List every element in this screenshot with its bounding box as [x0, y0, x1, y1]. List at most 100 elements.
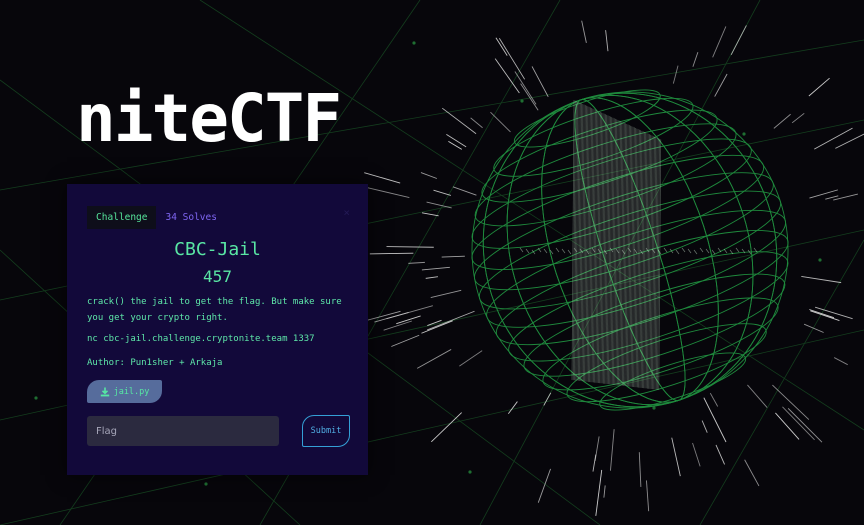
beam-line [567, 249, 572, 255]
globe-ray [833, 357, 848, 366]
globe-ray [470, 117, 483, 129]
globe-ray [730, 25, 747, 55]
globe-ray [592, 454, 597, 472]
globe-ray [425, 276, 438, 279]
globe-ray [581, 20, 587, 43]
globe-ray [531, 66, 549, 98]
beam-line [519, 247, 524, 253]
site-title: niteCTF [76, 80, 342, 157]
globe-ray [490, 111, 511, 133]
globe-ray [709, 392, 719, 407]
globe-ray [772, 384, 810, 420]
globe-ray [712, 26, 727, 58]
globe-ray [426, 201, 452, 209]
globe-ray [714, 73, 728, 97]
globe-ray [810, 310, 840, 321]
globe-ray [386, 305, 433, 320]
globe-ray [787, 408, 823, 443]
globe-ray [426, 310, 475, 331]
grid-dot [412, 41, 416, 45]
globe-ray [408, 261, 425, 264]
globe-ray [431, 412, 462, 443]
submit-button[interactable]: Submit [302, 415, 350, 447]
challenge-name: CBC-Jail [174, 239, 261, 260]
globe-ray [364, 172, 401, 184]
flag-input[interactable] [87, 416, 279, 446]
globe-ray [537, 468, 551, 503]
globe-ray [791, 112, 805, 124]
globe-ray [744, 459, 760, 487]
globe-ray [803, 323, 824, 333]
globe-ray [430, 289, 462, 298]
grid-dot [468, 470, 472, 474]
globe-ray [701, 420, 708, 433]
globe-ray [715, 444, 725, 465]
beam-line [525, 248, 530, 254]
beam-line [723, 248, 728, 254]
grid-dot [34, 396, 38, 400]
grid-dot [652, 406, 656, 410]
grid-dot [818, 258, 822, 262]
globe-ray [610, 429, 615, 471]
beam-line [561, 248, 566, 254]
grid-dot [742, 132, 746, 136]
globe-ray [507, 401, 518, 415]
grid-dot [204, 482, 208, 486]
globe-ray [692, 52, 699, 67]
globe-ray [773, 113, 791, 129]
beam-line [711, 249, 716, 255]
globe-ray [364, 186, 410, 199]
globe-ray [747, 384, 768, 408]
globe-ray [416, 349, 452, 369]
close-icon[interactable]: × [343, 206, 350, 219]
globe-ray [459, 350, 483, 367]
globe-ray [833, 193, 858, 201]
beam-line [735, 247, 740, 253]
download-file-button[interactable]: jail.py [87, 380, 162, 403]
globe-ray [638, 452, 642, 487]
challenge-tabs: Challenge 34 Solves [87, 206, 226, 229]
download-icon [100, 387, 109, 396]
globe-parallel [599, 352, 747, 411]
globe-ray [775, 412, 800, 440]
globe-ray [782, 406, 815, 441]
download-file-label: jail.py [113, 386, 150, 397]
globe-ray [391, 334, 420, 347]
globe-ray [441, 255, 465, 258]
challenge-card: Challenge 34 Solves × CBC-Jail 457 crack… [67, 184, 368, 475]
globe-ray [671, 437, 681, 477]
globe-ray [801, 276, 842, 284]
tab-solves[interactable]: 34 Solves [156, 206, 225, 229]
globe-ray [603, 485, 606, 498]
globe-ray [543, 392, 552, 406]
grid-dot [520, 99, 524, 103]
challenge-points: 457 [203, 267, 232, 286]
globe-wireframe [471, 89, 789, 411]
globe-ray [646, 480, 650, 512]
beam-line [675, 249, 680, 255]
globe-ray [421, 212, 439, 217]
globe-ray [446, 134, 467, 148]
globe-ray [421, 320, 453, 334]
globe-ray [433, 189, 451, 196]
globe-ray [452, 186, 477, 196]
globe-ray [514, 71, 537, 105]
globe-ray [825, 195, 839, 200]
globe-ray [421, 266, 450, 271]
globe-ray [809, 309, 835, 319]
globe-ray [672, 65, 679, 84]
beam-line [699, 247, 704, 253]
globe-ray [369, 252, 414, 255]
beam-line [681, 247, 686, 253]
challenge-connection: nc cbc-jail.challenge.cryptonite.team 13… [87, 334, 315, 344]
beam-line [555, 247, 560, 253]
globe-ray [494, 58, 520, 94]
globe-ray [814, 127, 853, 150]
globe-ray [605, 30, 609, 52]
globe-ray [692, 442, 701, 467]
globe-ray [386, 246, 434, 248]
challenge-description: crack() the jail to get the flag. But ma… [87, 297, 342, 323]
globe-ray [703, 397, 727, 443]
tab-challenge[interactable]: Challenge [87, 206, 157, 229]
globe-ray [383, 320, 412, 331]
